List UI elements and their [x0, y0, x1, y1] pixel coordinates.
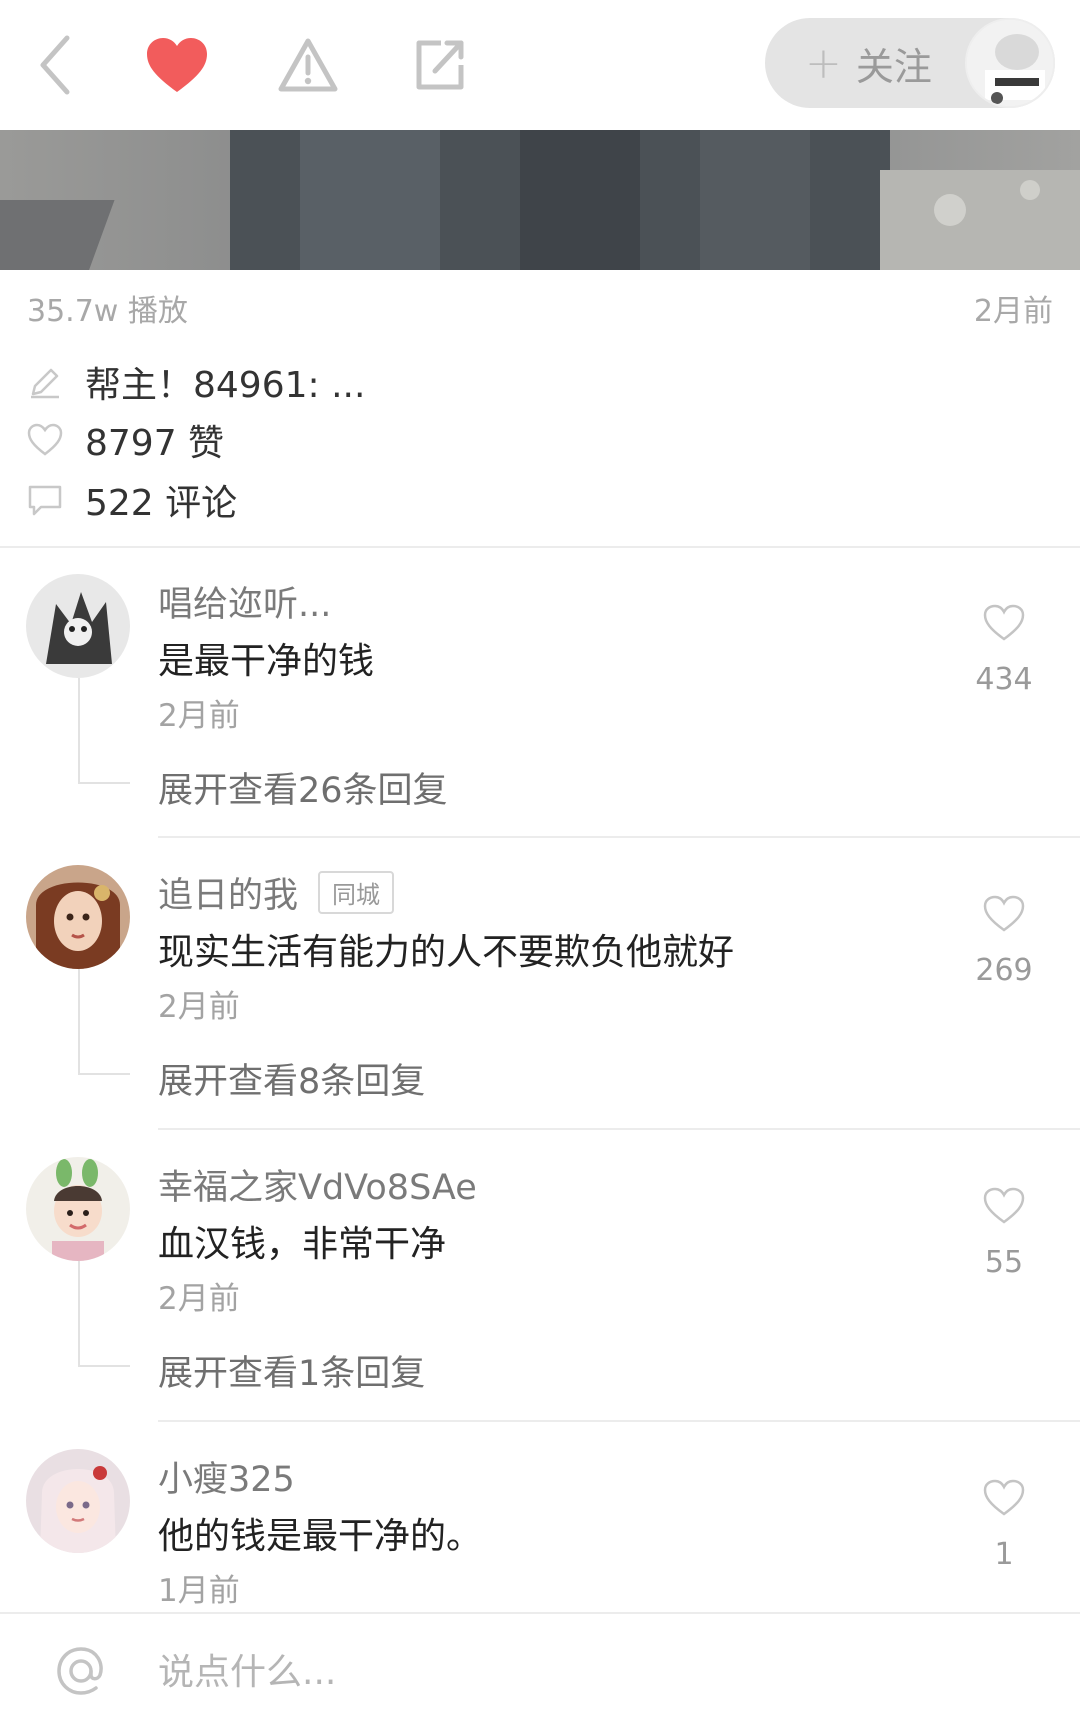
back-arrow-icon[interactable]	[20, 30, 90, 100]
comment-time: 1月前	[158, 1573, 240, 1609]
comments-count: 522 评论	[85, 483, 238, 524]
heart-outline-icon	[27, 423, 63, 456]
heart-outline-icon	[983, 895, 1025, 932]
comment-divider	[158, 1128, 1080, 1130]
comment-item: 唱给迩听... 是最干净的钱 2月前 展开查看26条回复 434	[0, 574, 1080, 834]
comment-item: 小瘦325 他的钱是最干净的。 1月前 1	[0, 1449, 1080, 1609]
comment-text: 血汉钱，非常干净	[158, 1224, 447, 1265]
heart-icon[interactable]	[142, 30, 212, 100]
author-avatar[interactable]	[965, 18, 1055, 108]
comment-author[interactable]: 唱给迩听...	[158, 576, 331, 627]
expand-replies-link[interactable]: 展开查看26条回复	[158, 762, 448, 813]
location-tag: 同城	[318, 871, 395, 914]
avatar[interactable]	[26, 1157, 130, 1261]
expand-replies-link[interactable]: 展开查看8条回复	[158, 1053, 425, 1104]
like-count: 269	[975, 953, 1033, 988]
like-count: 1	[994, 1537, 1014, 1572]
like-count: 434	[975, 662, 1033, 697]
comment-like-button[interactable]: 1	[964, 1479, 1044, 1572]
comment-input[interactable]	[158, 1642, 1018, 1702]
comment-divider	[158, 1420, 1080, 1422]
caption-text: 帮主！84961: ...	[85, 365, 366, 406]
follow-button[interactable]: + 关注	[765, 18, 1055, 108]
at-icon[interactable]	[54, 1644, 108, 1698]
avatar[interactable]	[26, 865, 130, 969]
avatar[interactable]	[26, 574, 130, 678]
comment-like-button[interactable]: 434	[964, 604, 1044, 697]
comment-time: 2月前	[158, 1281, 240, 1317]
warning-icon[interactable]	[273, 30, 343, 100]
thread-line	[78, 1365, 130, 1367]
play-count: 35.7w 播放	[27, 294, 188, 329]
comment-author[interactable]: 追日的我 同城	[158, 867, 395, 918]
likes-row: 8797 赞	[27, 414, 224, 466]
comment-item: 幸福之家VdVo8SAe 血汉钱，非常干净 2月前 展开查看1条回复 55	[0, 1157, 1080, 1417]
share-icon[interactable]	[404, 30, 474, 100]
heart-outline-icon	[983, 604, 1025, 641]
comment-icon	[28, 485, 62, 516]
post-time: 2月前	[973, 294, 1053, 329]
comment-text: 现实生活有能力的人不要欺负他就好	[158, 932, 735, 973]
thread-line	[78, 1261, 80, 1367]
expand-replies-link[interactable]: 展开查看1条回复	[158, 1345, 425, 1396]
comment-divider	[158, 836, 1080, 838]
follow-label: 关注	[855, 44, 932, 89]
thread-line	[78, 969, 80, 1075]
top-bar: + 关注	[0, 0, 1080, 130]
section-divider	[0, 546, 1080, 548]
comment-input-bar	[0, 1612, 1080, 1735]
comment-author[interactable]: 小瘦325	[158, 1451, 295, 1502]
avatar[interactable]	[26, 1449, 130, 1553]
comment-item: 追日的我 同城 现实生活有能力的人不要欺负他就好 2月前 展开查看8条回复 26…	[0, 865, 1080, 1125]
comment-time: 2月前	[158, 989, 240, 1025]
heart-outline-icon	[983, 1187, 1025, 1224]
video-preview[interactable]	[0, 130, 1080, 270]
likes-count: 8797 赞	[85, 423, 225, 464]
comments-row: 522 评论	[27, 474, 237, 526]
thread-line	[78, 782, 130, 784]
comment-like-button[interactable]: 55	[964, 1187, 1044, 1280]
like-count: 55	[984, 1245, 1024, 1280]
heart-outline-icon	[983, 1479, 1025, 1516]
comment-text: 他的钱是最干净的。	[158, 1516, 483, 1557]
caption-row[interactable]: 帮主！84961: ...	[27, 356, 365, 408]
comment-like-button[interactable]: 269	[964, 895, 1044, 988]
comment-time: 2月前	[158, 698, 240, 734]
comment-text: 是最干净的钱	[158, 641, 375, 682]
plus-icon: +	[805, 37, 842, 89]
pencil-icon	[31, 368, 59, 399]
thread-line	[78, 678, 80, 784]
thread-line	[78, 1073, 130, 1075]
comment-author[interactable]: 幸福之家VdVo8SAe	[158, 1159, 477, 1210]
